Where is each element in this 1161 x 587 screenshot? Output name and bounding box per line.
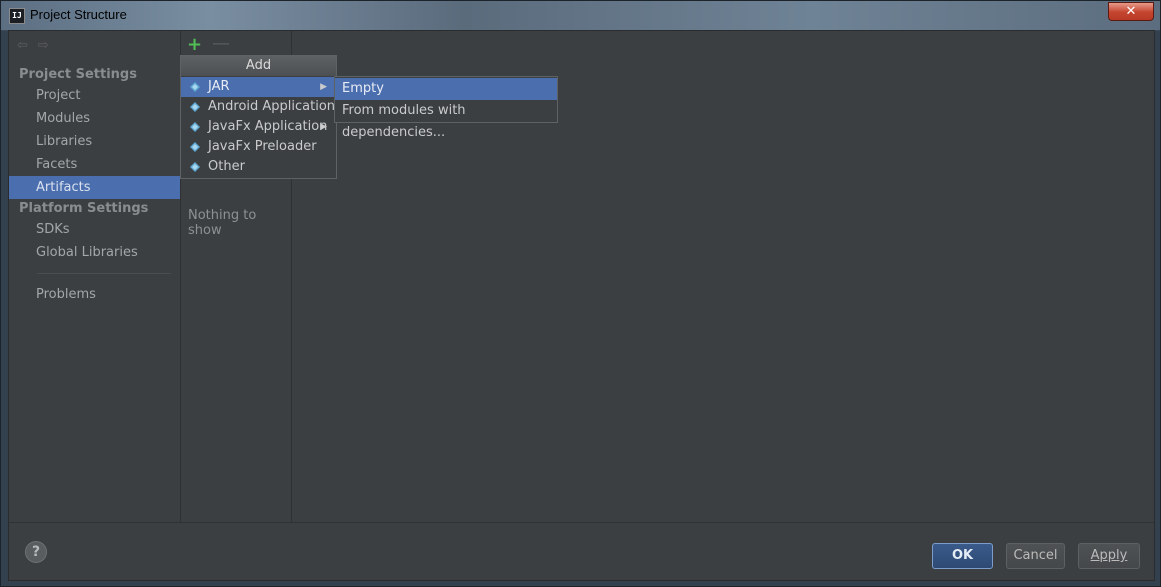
submenu-item-from-modules[interactable]: From modules with dependencies... [335, 100, 557, 140]
artifact-diamond-icon [190, 122, 200, 132]
close-button[interactable]: ✕ [1108, 2, 1154, 21]
menu-item-label: JavaFx Application [208, 119, 328, 134]
sidebar-item-modules[interactable]: Modules [9, 107, 180, 130]
platform-settings-heading: Platform Settings [19, 201, 149, 216]
project-settings-heading: Project Settings [19, 67, 137, 82]
sidebar-item-facets[interactable]: Facets [9, 153, 180, 176]
menu-item-label: JAR [208, 79, 230, 94]
sidebar: ⇦ ⇨ Project Settings Project Modules Libr… [9, 31, 180, 522]
artifact-diamond-icon [190, 162, 200, 172]
menu-item-label: JavaFx Preloader [208, 139, 317, 154]
artifact-diamond-icon [190, 102, 200, 112]
nav-arrows: ⇦ ⇨ [17, 38, 59, 53]
apply-button[interactable]: Apply [1078, 543, 1140, 569]
window-title: Project Structure [30, 7, 127, 22]
forward-arrow-icon[interactable]: ⇨ [38, 38, 49, 53]
artifact-diamond-icon [190, 142, 200, 152]
submenu-arrow-icon: ▶ [320, 82, 327, 92]
menu-item-android-application[interactable]: Android Application [181, 97, 336, 117]
help-button[interactable]: ? [25, 541, 47, 563]
jar-submenu: Empty From modules with dependencies... [334, 76, 558, 140]
menu-item-label: Android Application [208, 99, 336, 114]
remove-artifact-button[interactable]: — [212, 33, 230, 54]
ok-button[interactable]: OK [932, 543, 993, 569]
menu-item-label: Other [208, 159, 245, 174]
back-arrow-icon[interactable]: ⇦ [17, 38, 28, 53]
menu-item-other[interactable]: Other [181, 157, 336, 177]
sidebar-divider [37, 273, 171, 274]
submenu-arrow-icon: ▶ [320, 122, 327, 132]
add-artifact-button[interactable]: + [187, 34, 202, 55]
menu-item-javafx-preloader[interactable]: JavaFx Preloader [181, 137, 336, 157]
cancel-button[interactable]: Cancel [1006, 543, 1065, 569]
empty-list-message: Nothing to show [188, 208, 257, 238]
menu-item-jar[interactable]: JAR ▶ [181, 77, 336, 97]
footer-divider [9, 522, 1154, 523]
title-bar[interactable]: IJ Project Structure ✕ [1, 1, 1160, 30]
sidebar-item-artifacts[interactable]: Artifacts [9, 176, 180, 199]
add-menu-header: Add [181, 56, 336, 76]
menu-item-javafx-application[interactable]: JavaFx Application ▶ [181, 117, 336, 137]
artifact-diamond-icon [190, 82, 200, 92]
sidebar-item-problems[interactable]: Problems [9, 283, 180, 306]
sidebar-item-global-libraries[interactable]: Global Libraries [9, 241, 180, 264]
add-popup-menu: Add JAR ▶ Android Application JavaFx App… [180, 55, 337, 179]
intellij-logo-icon: IJ [9, 8, 25, 24]
sidebar-item-project[interactable]: Project [9, 84, 180, 107]
sidebar-item-sdks[interactable]: SDKs [9, 218, 180, 241]
apply-button-label: Apply [1090, 548, 1128, 563]
submenu-item-empty[interactable]: Empty [335, 78, 557, 100]
project-structure-dialog: IJ Project Structure ✕ ⇦ ⇨ Project Settin… [0, 0, 1161, 587]
sidebar-item-libraries[interactable]: Libraries [9, 130, 180, 153]
